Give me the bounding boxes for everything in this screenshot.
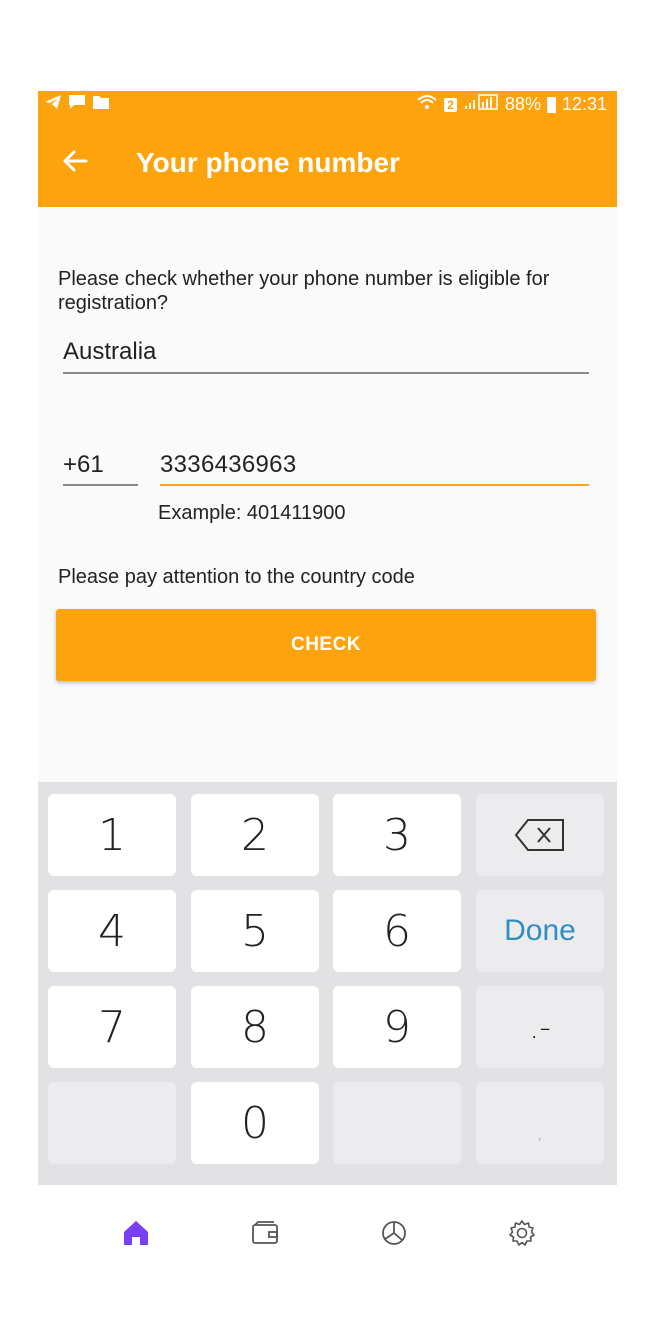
message-icon <box>68 94 86 115</box>
battery-percent: 88% <box>504 94 541 114</box>
punctuation-key[interactable]: .- <box>476 986 604 1068</box>
telegram-icon <box>44 94 62 115</box>
app-bar: Your phone number <box>38 117 617 207</box>
country-code-value: +61 <box>63 451 104 478</box>
home-icon <box>124 1221 148 1245</box>
wallet-icon <box>252 1221 278 1244</box>
numeric-keyboard: 1 2 3 4 5 6 Done 7 8 9 .- 0 , <box>38 782 617 1185</box>
folder-icon <box>92 94 110 115</box>
key-9[interactable]: 9 <box>333 986 461 1068</box>
check-button[interactable]: CHECK <box>56 609 596 681</box>
back-button[interactable] <box>56 141 96 181</box>
key-6[interactable]: 6 <box>333 890 461 972</box>
page-title: Your phone number <box>136 147 400 178</box>
backspace-key[interactable] <box>476 794 604 876</box>
phone-number-value: 3336436963 <box>160 451 297 478</box>
country-value: Australia <box>63 338 157 365</box>
phone-number-input[interactable]: 3336436963 <box>160 448 589 486</box>
bottom-nav <box>0 1185 656 1326</box>
battery-icon <box>546 96 556 113</box>
key-1[interactable]: 1 <box>48 794 176 876</box>
key-0[interactable]: 0 <box>191 1082 319 1164</box>
gear-icon <box>509 1220 535 1246</box>
country-select[interactable]: Australia <box>63 334 589 374</box>
nav-stats[interactable] <box>376 1215 412 1251</box>
back-arrow-icon <box>63 150 88 172</box>
blank-key-right <box>333 1082 461 1164</box>
phone-example-hint: Example: 401411900 <box>158 502 346 524</box>
backspace-icon <box>514 819 564 851</box>
clock: 12:31 <box>561 94 607 114</box>
nav-settings[interactable] <box>504 1215 540 1251</box>
signal-icon <box>463 94 499 115</box>
eligibility-prompt: Please check whether your phone number i… <box>58 268 550 314</box>
nav-wallet[interactable] <box>247 1215 283 1251</box>
pie-chart-icon <box>382 1221 406 1245</box>
key-3[interactable]: 3 <box>333 794 461 876</box>
comma-label: , <box>537 1123 543 1144</box>
sim-badge: 2 <box>444 97 457 112</box>
key-5[interactable]: 5 <box>191 890 319 972</box>
key-8[interactable]: 8 <box>191 986 319 1068</box>
country-code-field[interactable]: +61 <box>63 448 138 486</box>
comma-key[interactable]: , <box>476 1082 604 1164</box>
nav-home[interactable] <box>118 1215 154 1251</box>
done-key[interactable]: Done <box>476 890 604 972</box>
key-2[interactable]: 2 <box>191 794 319 876</box>
key-4[interactable]: 4 <box>48 890 176 972</box>
key-7[interactable]: 7 <box>48 986 176 1068</box>
wifi-icon <box>416 94 438 115</box>
blank-key-left <box>48 1082 176 1164</box>
phone-screen: 2 88% 12:31 Your phone number Please che… <box>38 91 617 1185</box>
status-bar: 2 88% 12:31 <box>38 91 617 117</box>
country-code-note: Please pay attention to the country code <box>58 566 415 588</box>
